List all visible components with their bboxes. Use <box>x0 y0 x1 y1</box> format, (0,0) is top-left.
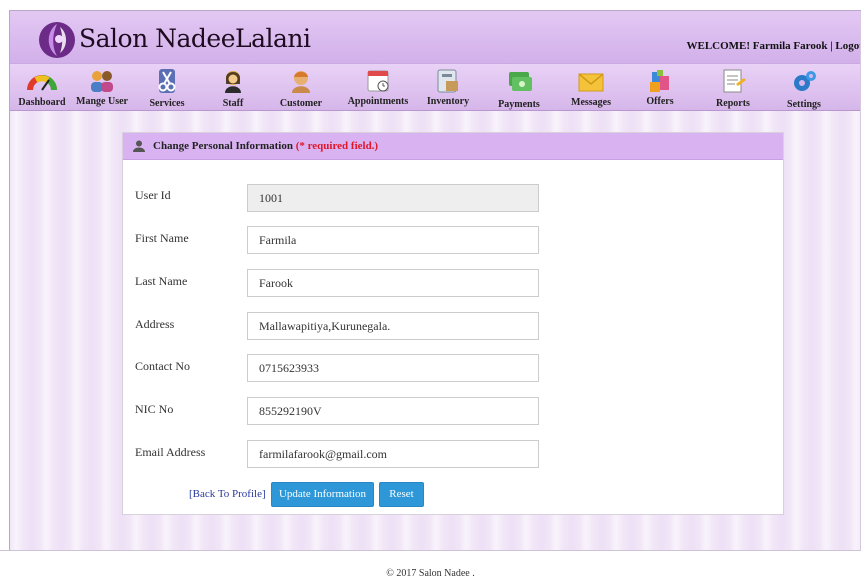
nav-label: Payments <box>498 99 540 110</box>
header: Salon NadeeLalani WELCOME! Farmila Faroo… <box>10 11 861 63</box>
nav-inventory[interactable]: Inventory <box>413 64 483 112</box>
welcome-logout[interactable]: WELCOME! Farmila Farook | Logout <box>687 40 861 52</box>
nav-label: Customer <box>279 98 323 109</box>
nav-appointments[interactable]: Appointments <box>338 64 418 112</box>
scissors-icon <box>158 69 176 93</box>
app-frame: Salon NadeeLalani WELCOME! Farmila Faroo… <box>9 10 861 550</box>
nav-reports[interactable]: Reports <box>698 64 768 112</box>
user-id-field: 1001 <box>247 184 539 212</box>
gauge-icon <box>27 75 57 91</box>
label-contact-no: Contact No <box>135 359 190 373</box>
nav-settings[interactable]: Settings <box>769 64 839 112</box>
nav-label: Staff <box>222 98 244 109</box>
nav-services[interactable]: Services <box>132 64 202 112</box>
back-to-profile-link[interactable]: [Back To Profile] <box>189 488 266 500</box>
nav-offers[interactable]: Offers <box>625 64 695 112</box>
nav-label: Services <box>149 98 185 109</box>
brand-title: Salon NadeeLalani <box>79 24 311 53</box>
gears-icon <box>794 71 816 91</box>
contact-no-input[interactable]: 0715623933 <box>247 354 539 382</box>
required-note: (* required field.) <box>295 140 379 152</box>
label-last-name: Last Name <box>135 274 188 288</box>
panel-header: Change Personal Information (* required … <box>123 133 783 160</box>
address-input[interactable]: Mallawapitiya,Kurunegala. <box>247 312 539 340</box>
nav-label: Inventory <box>426 96 470 107</box>
first-name-input[interactable]: Farmila <box>247 226 539 254</box>
user-icon <box>133 140 145 152</box>
nav-mange-user[interactable]: Mange User <box>67 64 137 112</box>
nav-messages[interactable]: Messages <box>556 64 626 112</box>
footer: © 2017 Salon Nadee . <box>0 550 861 585</box>
nav-label: Appointments <box>347 96 409 107</box>
inventory-icon <box>437 69 458 93</box>
label-nic-no: NIC No <box>135 402 174 416</box>
customer-icon <box>292 71 310 93</box>
label-user-id: User Id <box>135 188 171 202</box>
nav-label: Mange User <box>76 96 128 107</box>
nav-label: Offers <box>646 96 674 107</box>
main-nav: Dashboard Mange User Services Staff Cust… <box>10 63 861 111</box>
panel-title: Change Personal Information (* required … <box>153 140 378 152</box>
nav-payments[interactable]: Payments <box>484 64 554 112</box>
label-email: Email Address <box>135 445 206 459</box>
nav-staff[interactable]: Staff <box>198 64 268 112</box>
money-icon <box>509 72 532 91</box>
salon-logo-icon <box>39 22 75 58</box>
panel-title-text: Change Personal Information <box>153 140 293 152</box>
nav-label: Settings <box>787 99 821 110</box>
nic-no-input[interactable]: 855292190V <box>247 397 539 425</box>
nav-label: Reports <box>716 98 750 109</box>
nav-label: Messages <box>571 97 611 108</box>
gift-icon <box>650 70 669 92</box>
label-address: Address <box>135 317 175 331</box>
last-name-input[interactable]: Farook <box>247 269 539 297</box>
label-first-name: First Name <box>135 231 189 245</box>
staff-icon <box>225 71 241 93</box>
change-info-panel: Change Personal Information (* required … <box>122 132 784 515</box>
copyright-text: © 2017 Salon Nadee . <box>386 568 475 579</box>
update-information-button[interactable]: Update Information <box>271 482 374 507</box>
report-icon <box>723 69 746 93</box>
reset-button[interactable]: Reset <box>379 482 424 507</box>
envelope-icon <box>578 73 604 92</box>
email-input[interactable]: farmilafarook@gmail.com <box>247 440 539 468</box>
calendar-icon <box>367 70 389 92</box>
users-icon <box>91 71 113 92</box>
nav-customer[interactable]: Customer <box>266 64 336 112</box>
